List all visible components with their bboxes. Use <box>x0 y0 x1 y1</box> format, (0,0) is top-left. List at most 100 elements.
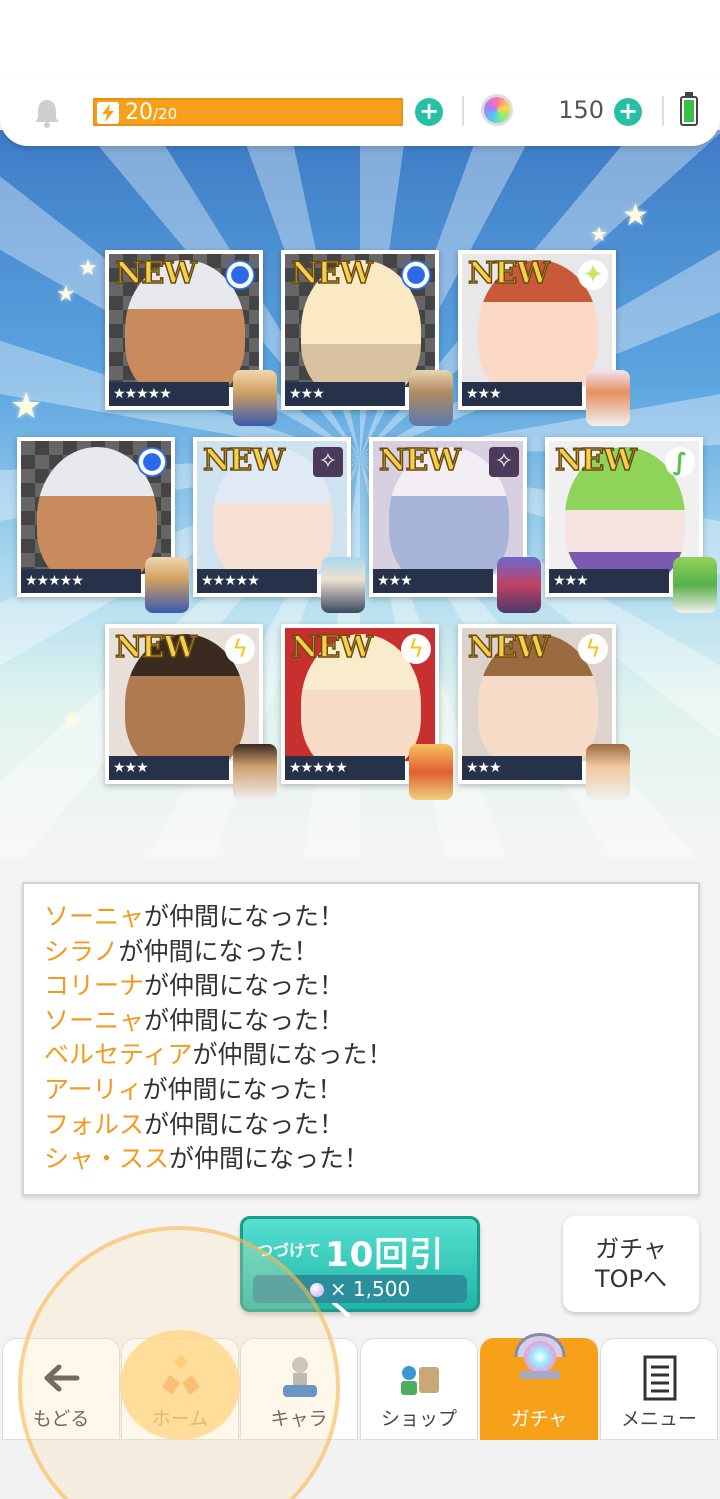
status-bar: 20/20 + 150 + <box>0 78 720 146</box>
character-name: フォルス <box>44 1109 145 1139</box>
gem-orb-icon <box>309 1283 324 1297</box>
shop-icon <box>401 1366 439 1395</box>
message-line: コリーナが仲間になった！ <box>44 969 678 1004</box>
message-text: が仲間になった！ <box>144 902 345 931</box>
new-label: NEW <box>114 629 197 666</box>
pixel-sprite <box>586 744 630 800</box>
rarity-stars: ★★★ <box>373 569 493 593</box>
character-name: アーリィ <box>44 1074 143 1104</box>
message-text: が仲間になった！ <box>144 971 345 1001</box>
water-attribute-icon <box>225 260 255 290</box>
character-name: ソーニャ <box>44 902 145 931</box>
message-line: シャ・ススが仲間になった！ <box>44 1142 678 1177</box>
message-line: アーリィが仲間になった！ <box>44 1073 678 1108</box>
new-label: NEW <box>114 255 197 292</box>
message-line: ソーニャが仲間になった！ <box>44 1004 678 1039</box>
new-label: NEW <box>378 442 461 479</box>
divider <box>462 96 464 126</box>
message-line: フォルスが仲間になった！ <box>44 1108 678 1143</box>
rarity-stars: ★★★★★ <box>197 569 317 593</box>
message-text: が仲間になった！ <box>192 1040 393 1070</box>
character-card[interactable]: NEW ✧ ★★★★★ <box>193 437 365 613</box>
new-label: NEW <box>554 442 637 479</box>
menu-list-icon <box>643 1355 677 1401</box>
dark-attribute-icon: ✧ <box>489 447 519 477</box>
gacha-top-button[interactable]: ガチャ TOPへ <box>563 1216 699 1312</box>
tab-menu[interactable]: メニュー <box>600 1338 718 1440</box>
tab-shop[interactable]: ショップ <box>360 1338 478 1440</box>
character-name: シラノ <box>44 936 119 966</box>
add-stamina-button[interactable]: + <box>415 98 443 126</box>
rarity-stars: ★★★ <box>462 382 582 406</box>
new-label: NEW <box>467 629 550 666</box>
water-attribute-icon <box>401 260 431 290</box>
character-name: コリーナ <box>44 971 145 1001</box>
rainbow-gem-icon <box>481 94 513 126</box>
message-line: シラノが仲間になった！ <box>44 935 678 970</box>
stamina-max: /20 <box>153 105 178 123</box>
character-card[interactable]: NEW ϟ ★★★ <box>105 624 277 800</box>
water-attribute-icon <box>137 447 167 477</box>
rarity-stars: ★★★★★ <box>21 569 141 593</box>
dark-attribute-icon: ✧ <box>313 447 343 477</box>
wind-attribute-icon: ∫ <box>665 447 695 477</box>
notification-bell-icon[interactable] <box>30 96 64 130</box>
character-card[interactable]: NEW ✧ ★★★ <box>369 437 541 613</box>
stamina-current: 20 <box>125 100 153 125</box>
new-label: NEW <box>202 442 285 479</box>
character-card[interactable]: NEW ϟ ★★★★★ <box>281 624 453 800</box>
rarity-stars: ★★★ <box>462 756 582 780</box>
tab-label: ショップ <box>380 1408 457 1430</box>
character-name: ソーニャ <box>44 1005 145 1035</box>
new-label: NEW <box>290 255 373 292</box>
sparkle-star-icon: ★ <box>62 708 82 733</box>
home-highlight-glow <box>120 1330 240 1440</box>
add-gem-button[interactable]: + <box>614 98 642 126</box>
thunder-attribute-icon: ϟ <box>578 634 608 664</box>
sparkle-star-icon: ★ <box>622 198 649 233</box>
character-card[interactable]: NEW ϟ ★★★ <box>458 624 630 800</box>
new-label: NEW <box>467 255 550 292</box>
thunder-attribute-icon: ϟ <box>401 634 431 664</box>
pixel-sprite <box>233 370 277 426</box>
rarity-stars: ★★★★★ <box>109 382 229 406</box>
message-line: ソーニャが仲間になった！ <box>44 900 678 935</box>
pull-cost-value: × 1,500 <box>329 1277 411 1301</box>
rarity-stars: ★★★ <box>549 569 669 593</box>
message-text: が仲間になった！ <box>169 1144 370 1174</box>
character-card[interactable]: NEW ✦ ★★★ <box>458 250 630 426</box>
character-name: シャ・スス <box>44 1144 170 1174</box>
character-card[interactable]: NEW ∫ ★★★ <box>545 437 717 613</box>
character-card[interactable]: NEW ★★★★★ <box>105 250 277 426</box>
light-attribute-icon: ✦ <box>578 260 608 290</box>
pixel-sprite <box>145 557 189 613</box>
gacha-icon <box>514 1333 566 1379</box>
sparkle-star-icon: ★ <box>56 282 76 307</box>
rarity-stars: ★★★ <box>285 382 405 406</box>
message-text: が仲間になった！ <box>142 1074 343 1104</box>
stamina-bar: 20/20 <box>93 98 403 126</box>
character-card[interactable]: NEW ★★★ <box>281 250 453 426</box>
battery-icon <box>680 92 698 126</box>
tab-label: ガチャ <box>510 1408 568 1430</box>
message-text: が仲間になった！ <box>118 936 319 966</box>
divider <box>662 96 664 126</box>
character-card[interactable]: ★★★★★ <box>17 437 189 613</box>
pixel-sprite <box>586 370 630 426</box>
rarity-stars: ★★★ <box>109 756 229 780</box>
stamina-bolt-icon <box>97 102 119 124</box>
sparkle-star-icon: ★ <box>78 256 98 281</box>
tab-label: メニュー <box>620 1408 697 1430</box>
tab-gacha[interactable]: ガチャ <box>480 1333 598 1440</box>
gacha-top-line1: ガチャ <box>595 1235 667 1263</box>
thunder-attribute-icon: ϟ <box>225 634 255 664</box>
pixel-sprite <box>233 744 277 800</box>
pixel-sprite <box>321 557 365 613</box>
sparkle-star-icon: ★ <box>10 386 43 427</box>
pixel-sprite <box>409 744 453 800</box>
pixel-sprite <box>409 370 453 426</box>
gem-count: 150 <box>558 96 604 124</box>
pixel-sprite <box>673 557 717 613</box>
pixel-sprite <box>497 557 541 613</box>
rarity-stars: ★★★★★ <box>285 756 405 780</box>
